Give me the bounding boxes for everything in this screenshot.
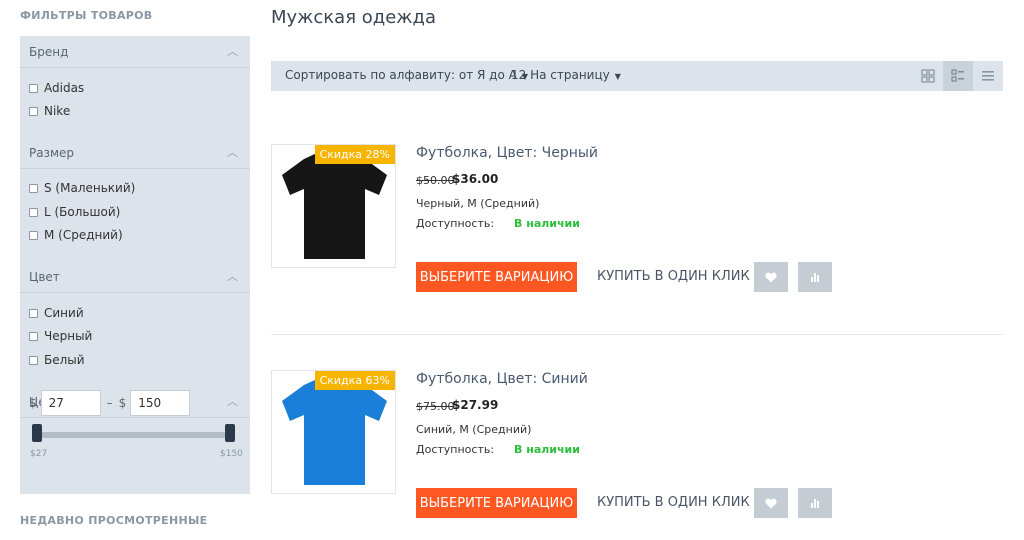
compare-icon	[811, 273, 819, 282]
chevron-up-icon: ︿	[227, 146, 238, 159]
option-label: Синий	[44, 306, 84, 320]
recently-viewed-title: НЕДАВНО ПРОСМОТРЕННЫЕ	[20, 514, 208, 527]
per-page-label: 12 На страницу	[511, 68, 610, 82]
availability-label: Доступность:	[416, 443, 495, 456]
option-label: Nike	[44, 104, 71, 118]
sort-dropdown[interactable]: Сортировать по алфавиту: от Я до А ▼	[285, 68, 528, 82]
page-title: Мужская одежда	[271, 7, 436, 28]
availability-label: Доступность:	[416, 217, 495, 230]
price-range-inputs: $ 27 – $ 150	[29, 389, 191, 417]
new-price: $36.00	[452, 172, 499, 186]
compare-icon	[811, 499, 819, 508]
chevron-up-icon: ︿	[227, 270, 238, 283]
filter-option-black[interactable]: Черный	[29, 328, 92, 344]
heart-icon	[765, 498, 777, 508]
checkbox[interactable]	[29, 83, 38, 93]
list-view-icon	[982, 71, 994, 81]
checkbox[interactable]	[29, 106, 38, 116]
buy-one-click-link[interactable]: КУПИТЬ В ОДИН КЛИК	[597, 495, 750, 510]
product-name-link[interactable]: Футболка, Цвет: Синий	[416, 371, 588, 387]
checkbox[interactable]	[29, 230, 38, 240]
tshirt-shape	[282, 379, 387, 485]
filters-title: ФИЛЬТРЫ ТОВАРОВ	[20, 9, 153, 22]
new-price: $27.99	[452, 398, 499, 412]
checkbox[interactable]	[29, 308, 38, 318]
price-max-input[interactable]: 150	[130, 390, 191, 416]
per-page-dropdown[interactable]: 12 На страницу ▼	[511, 68, 621, 82]
product-image[interactable]: Скидка 63%	[271, 370, 396, 494]
slider-max-label: $150	[220, 449, 243, 459]
option-label: Adidas	[44, 81, 85, 95]
availability-status: В наличии	[514, 443, 580, 456]
slider-min-label: $27	[30, 449, 48, 459]
variant-text: Черный, M (Средний)	[416, 197, 540, 210]
heart-icon	[765, 272, 777, 282]
product-card: Скидка 28% Футболка, Цвет: Черный $50.00…	[271, 144, 1003, 314]
buy-one-click-link[interactable]: КУПИТЬ В ОДИН КЛИК	[597, 269, 750, 284]
product-image[interactable]: Скидка 28%	[271, 144, 396, 268]
chevron-up-icon: ︿	[227, 45, 238, 58]
availability-status: В наличии	[514, 217, 580, 230]
checkbox[interactable]	[29, 355, 38, 365]
filter-option-blue[interactable]: Синий	[29, 305, 84, 321]
list-grid-view-icon	[951, 69, 964, 82]
filter-option-size-m[interactable]: M (Средний)	[29, 227, 123, 243]
checkbox[interactable]	[29, 207, 38, 217]
chevron-up-icon: ︿	[227, 395, 238, 408]
filter-option-size-l[interactable]: L (Большой)	[29, 204, 120, 220]
option-label: Белый	[44, 353, 85, 367]
filter-option-white[interactable]: Белый	[29, 352, 85, 368]
price-slider-max-handle[interactable]	[225, 424, 235, 442]
option-label: L (Большой)	[44, 205, 121, 219]
range-dash: –	[106, 396, 113, 410]
filter-panel: Бренд ︿ Adidas Nike Размер ︿ S (Маленьки…	[20, 36, 250, 494]
filter-brand-header[interactable]: Бренд ︿	[20, 36, 250, 68]
old-price: $75.00	[416, 400, 455, 413]
filter-brand-title: Бренд	[29, 45, 69, 59]
catalog-toolbar: Сортировать по алфавиту: от Я до А ▼ 12 Н…	[271, 61, 1003, 91]
compare-button[interactable]	[798, 262, 832, 292]
wishlist-button[interactable]	[754, 488, 788, 518]
sort-label: Сортировать по алфавиту: от Я до А	[285, 68, 517, 82]
list-grid-view-button[interactable]	[943, 61, 973, 91]
tshirt-shape	[282, 153, 387, 259]
filter-size-title: Размер	[29, 146, 75, 160]
wishlist-button[interactable]	[754, 262, 788, 292]
choose-variation-button[interactable]: ВЫБЕРИТЕ ВАРИАЦИЮ	[416, 262, 577, 292]
filter-color-title: Цвет	[29, 270, 60, 284]
caret-down-icon: ▼	[614, 72, 621, 81]
grid-view-button[interactable]	[913, 61, 943, 91]
option-label: Черный	[44, 329, 93, 343]
product-name-link[interactable]: Футболка, Цвет: Черный	[416, 145, 598, 161]
discount-badge: Скидка 63%	[314, 371, 395, 390]
product-divider	[271, 334, 1003, 335]
page: ФИЛЬТРЫ ТОВАРОВ Бренд ︿ Adidas Nike Разм…	[0, 0, 1024, 540]
list-view-button[interactable]	[973, 61, 1003, 91]
currency-symbol: $	[29, 396, 37, 410]
old-price: $50.00	[416, 174, 455, 187]
product-card: Скидка 63% Футболка, Цвет: Синий $75.00 …	[271, 370, 1003, 540]
grid-view-icon	[921, 69, 935, 83]
filter-option-adidas[interactable]: Adidas	[29, 80, 84, 96]
compare-button[interactable]	[798, 488, 832, 518]
option-label: M (Средний)	[44, 228, 123, 242]
checkbox[interactable]	[29, 331, 38, 341]
checkbox[interactable]	[29, 183, 38, 193]
filter-option-size-s[interactable]: S (Маленький)	[29, 180, 135, 196]
filter-option-nike[interactable]: Nike	[29, 103, 70, 119]
choose-variation-button[interactable]: ВЫБЕРИТЕ ВАРИАЦИЮ	[416, 488, 577, 518]
currency-symbol: $	[118, 396, 127, 410]
price-slider-track[interactable]	[36, 432, 231, 438]
filter-color-header[interactable]: Цвет ︿	[20, 261, 250, 293]
option-label: S (Маленький)	[44, 181, 136, 195]
filter-size-header[interactable]: Размер ︿	[20, 137, 250, 169]
price-min-input[interactable]: 27	[40, 390, 101, 416]
variant-text: Синий, M (Средний)	[416, 423, 532, 436]
discount-badge: Скидка 28%	[314, 145, 395, 164]
price-slider-min-handle[interactable]	[32, 424, 42, 442]
